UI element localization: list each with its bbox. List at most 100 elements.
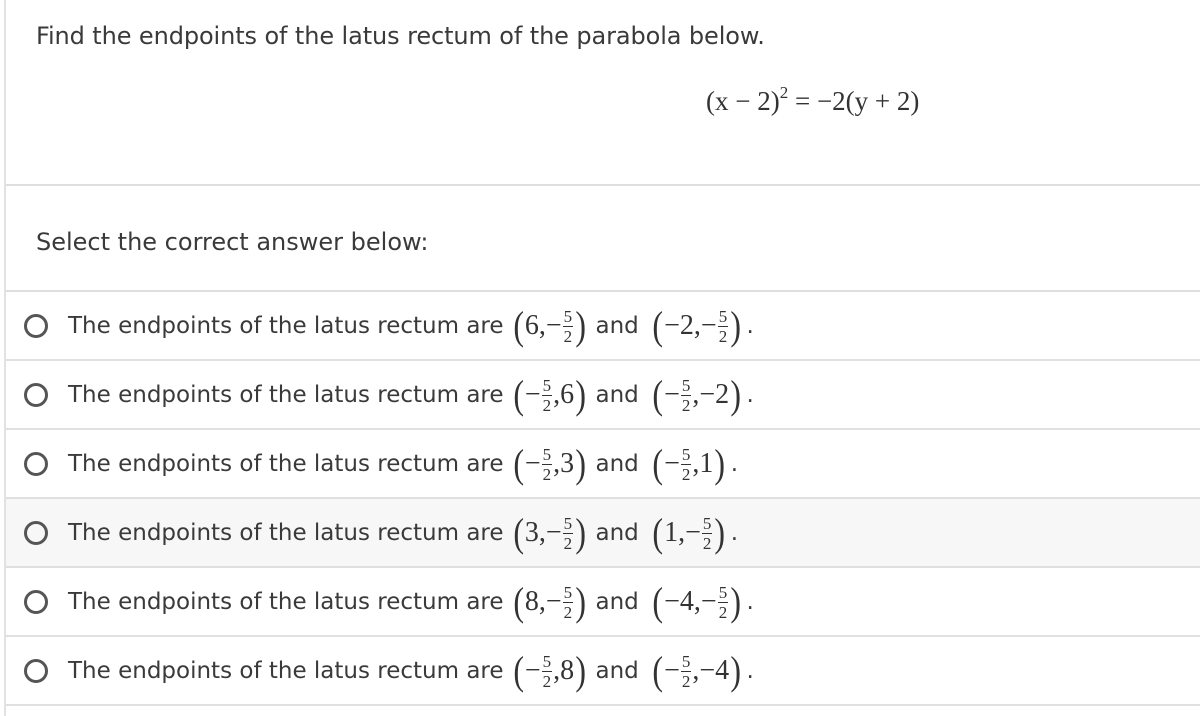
minus-sign: −: [664, 654, 680, 686]
coordinate-value: 3: [524, 516, 539, 548]
period: .: [730, 519, 739, 546]
question-frame: Find the endpoints of the latus rectum o…: [4, 0, 1200, 716]
choice-lead-text: The endpoints of the latus rectum are: [68, 519, 504, 546]
fraction: 52: [541, 446, 553, 484]
minus-sign: −: [524, 378, 541, 410]
equation-rhs: = −2(y + 2): [788, 86, 920, 116]
choice-label: The endpoints of the latus rectum are(−5…: [68, 647, 754, 693]
answer-choice-1[interactable]: The endpoints of the latus rectum are (6,…: [6, 292, 1200, 361]
conjunction: and: [595, 381, 639, 408]
coordinate-fraction: −5 2: [525, 652, 553, 691]
open-paren: (: [652, 647, 663, 693]
comma: ,: [693, 585, 701, 617]
coordinate-value: 8: [560, 654, 575, 686]
radio-button[interactable]: [24, 589, 48, 614]
close-paren: ): [575, 371, 587, 417]
fraction-numerator: 5: [701, 514, 713, 534]
radio-button[interactable]: [24, 451, 48, 476]
question-text: Find the endpoints of the latus rectum o…: [36, 22, 765, 50]
close-paren: ): [575, 578, 587, 624]
endpoint-2: (−4, −5 2): [651, 578, 743, 624]
minus-sign: −: [664, 378, 680, 410]
radio-button[interactable]: [24, 313, 48, 338]
fraction-denominator: 2: [563, 603, 573, 622]
choice-label: The endpoints of the latus rectum are(−5…: [68, 440, 738, 486]
minus-sign: −: [700, 309, 717, 341]
endpoint-2: (−2, −5 2): [651, 302, 743, 348]
open-paren: (: [512, 509, 524, 555]
answer-choice-5[interactable]: The endpoints of the latus rectum are (8,…: [6, 568, 1200, 637]
coordinate-fraction: −5 2: [664, 376, 692, 414]
close-paren: ): [714, 440, 726, 486]
comma: ,: [538, 309, 546, 341]
close-paren: ): [575, 302, 587, 348]
answer-choice-3[interactable]: The endpoints of the latus rectum are(−5…: [6, 430, 1200, 499]
coordinate-value: 3: [560, 447, 575, 479]
open-paren: (: [652, 440, 663, 486]
minus-sign: −: [685, 516, 701, 548]
radio-button[interactable]: [24, 520, 48, 545]
open-paren: (: [512, 371, 524, 417]
coordinate-fraction: −5 2: [685, 514, 713, 552]
close-paren: ): [730, 578, 742, 624]
answer-choice-2[interactable]: The endpoints of the latus rectum are(−5…: [6, 361, 1200, 430]
fraction-denominator: 2: [542, 465, 552, 484]
fraction: 52: [680, 446, 692, 484]
endpoint-2: (1, −5 2): [651, 509, 727, 555]
endpoint-1: (6, −5 2): [512, 302, 588, 348]
comma: ,: [553, 654, 561, 686]
answer-prompt: Select the correct answer below:: [36, 228, 429, 256]
fraction-denominator: 2: [563, 327, 573, 346]
coordinate-value: −2: [699, 378, 730, 410]
fraction-numerator: 5: [717, 583, 729, 603]
coordinate-fraction: −5 2: [664, 652, 692, 690]
fraction: 52: [701, 514, 713, 552]
comma: ,: [553, 447, 561, 479]
radio-button[interactable]: [24, 382, 48, 407]
minus-sign: −: [700, 585, 717, 617]
coordinate-value: 8: [524, 585, 539, 617]
answer-choice-6[interactable]: The endpoints of the latus rectum are(−5…: [6, 637, 1200, 706]
minus-sign: −: [664, 447, 680, 479]
coordinate-value: −2: [664, 309, 694, 341]
fraction-numerator: 5: [562, 307, 574, 327]
conjunction: and: [595, 519, 639, 546]
period: .: [746, 312, 754, 339]
fraction-denominator: 2: [563, 534, 573, 553]
choice-lead-text: The endpoints of the latus rectum are: [68, 312, 504, 339]
conjunction: and: [595, 450, 639, 477]
fraction: 52: [562, 307, 574, 346]
comma: ,: [692, 654, 700, 686]
coordinate-fraction: −5 2: [524, 376, 553, 415]
answer-choice-4[interactable]: The endpoints of the latus rectum are (3,…: [6, 499, 1200, 568]
close-paren: ): [575, 647, 587, 693]
conjunction: and: [595, 588, 639, 615]
equation-lhs: (x − 2): [706, 86, 780, 116]
close-paren: ): [714, 509, 726, 555]
fraction-denominator: 2: [542, 672, 552, 691]
endpoint-2: (−5 2, −2): [651, 371, 743, 417]
endpoint-1: (3, −5 2): [512, 509, 588, 555]
close-paren: ): [730, 371, 742, 417]
coordinate-value: −4: [699, 654, 730, 686]
open-paren: (: [652, 371, 663, 417]
fraction: 52: [562, 583, 574, 622]
fraction-denominator: 2: [681, 465, 691, 484]
fraction-numerator: 5: [541, 376, 553, 396]
answer-choices: The endpoints of the latus rectum are (6,…: [6, 292, 1200, 706]
endpoint-2: (−5 2, −4): [651, 647, 743, 693]
coordinate-value: 1: [664, 516, 679, 548]
coordinate-value: −4: [664, 585, 694, 617]
close-paren: ): [730, 302, 742, 348]
coordinate-fraction: −5 2: [525, 445, 553, 484]
fraction: 52: [541, 376, 553, 415]
radio-button[interactable]: [24, 658, 48, 683]
fraction-numerator: 5: [680, 376, 692, 396]
coordinate-fraction: −5 2: [700, 307, 729, 345]
fraction-numerator: 5: [562, 583, 574, 603]
coordinate-fraction: −5 2: [700, 583, 729, 621]
close-paren: ): [575, 509, 587, 555]
fraction-numerator: 5: [717, 307, 729, 327]
fraction-denominator: 2: [542, 396, 552, 415]
equation-exponent: 2: [779, 83, 789, 102]
